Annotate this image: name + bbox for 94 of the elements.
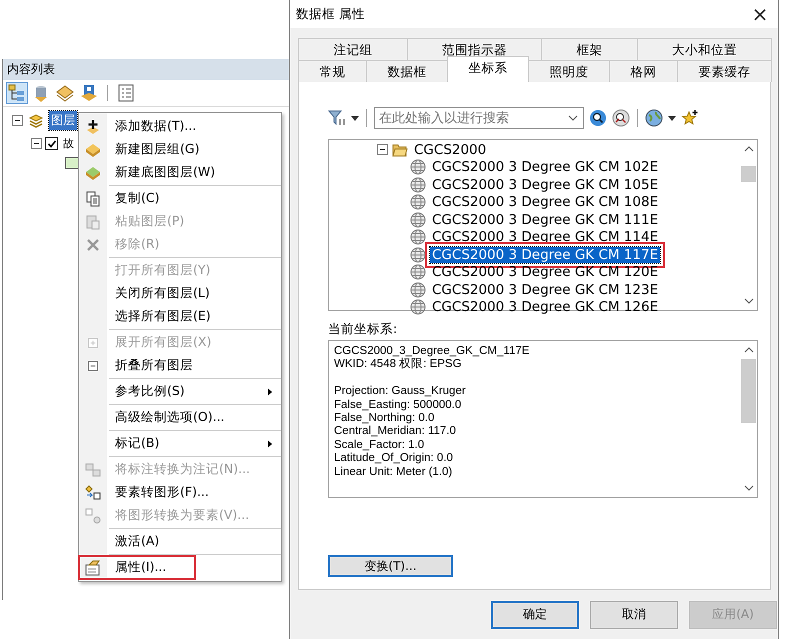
scroll-up-icon[interactable]: [744, 146, 754, 152]
search-field[interactable]: 在此处输入以进行搜索: [374, 107, 584, 129]
globe-icon: [410, 246, 426, 263]
menu-item[interactable]: 选择所有图层(E): [79, 305, 281, 328]
detail-text: Linear Unit: Meter (1.0): [334, 466, 454, 480]
tree-item[interactable]: CGCS2000 3 Degree GK CM 117E: [430, 246, 660, 263]
detail-text: False_Northing: 0.0: [334, 412, 436, 426]
field-label: 当前坐标系:: [328, 321, 398, 338]
tree-item[interactable]: 图层: [49, 111, 77, 130]
globe-icon: [410, 159, 426, 176]
globe-icon: [410, 282, 426, 298]
tree-item[interactable]: 故: [61, 135, 76, 152]
globe-icon: [410, 194, 426, 210]
star-icon[interactable]: [681, 109, 699, 127]
layers-icon: [28, 112, 44, 128]
menu-item[interactable]: 添加数据(T)...: [79, 115, 281, 138]
tree-item[interactable]: CGCS2000 3 Degree GK CM 114E: [430, 229, 660, 246]
folder-icon: [392, 142, 408, 158]
scrollbar-thumb[interactable]: [741, 359, 756, 423]
tab[interactable]: 大小和位置: [636, 38, 772, 60]
scroll-down-icon[interactable]: [744, 485, 754, 491]
selection-layer-icon[interactable]: [79, 83, 99, 103]
dialog-button[interactable]: 取消: [590, 600, 678, 628]
menu-item[interactable]: 复制(C): [79, 187, 281, 210]
detail-text: Projection: Gauss_Kruger: [334, 385, 467, 399]
add-data-icon: [85, 118, 101, 134]
clear-search-icon[interactable]: [612, 109, 630, 127]
detail-text: Central_Meridian: 117.0: [334, 425, 457, 439]
menu-item[interactable]: 参考比例(S): [79, 380, 281, 403]
tab[interactable]: 要素缓存: [677, 60, 772, 82]
menu-item[interactable]: 属性(I)...: [79, 556, 195, 579]
collapse-toggle[interactable]: [31, 138, 42, 149]
window-title: 数据框 属性: [296, 6, 365, 22]
menu-item[interactable]: 高级绘制选项(O)...: [79, 406, 281, 429]
layers-icon[interactable]: [55, 83, 75, 103]
tab[interactable]: 注记组: [298, 38, 408, 60]
menu-item[interactable]: 新建图层组(G): [79, 138, 281, 161]
paste-icon: [85, 214, 101, 230]
basemap-layer-icon: [85, 164, 101, 180]
tree-item[interactable]: CGCS2000 3 Degree GK CM 120E: [430, 264, 660, 280]
remove-icon: [85, 236, 101, 252]
dropdown-arrow-icon[interactable]: [668, 116, 676, 120]
globe-icon[interactable]: [645, 109, 663, 127]
detail-text: WKID: 4548 权限: EPSG: [334, 358, 463, 372]
globe-icon: [410, 212, 426, 228]
tree-item[interactable]: CGCS2000 3 Degree GK CM 102E: [430, 159, 660, 176]
menu-item[interactable]: 新建底图图层(W): [79, 161, 281, 184]
expand-icon: [87, 336, 99, 348]
collapse-toggle[interactable]: [12, 115, 23, 126]
scroll-up-icon[interactable]: [744, 347, 754, 353]
close-button[interactable]: ×: [742, 2, 778, 26]
checkbox[interactable]: [45, 137, 58, 150]
tab[interactable]: 坐标系: [447, 56, 529, 82]
detail-text: False_Easting: 500000.0: [334, 398, 462, 412]
collapse-icon: [87, 360, 99, 372]
graphic-to-feature-icon: [85, 508, 101, 524]
submenu-arrow-icon: [268, 388, 273, 396]
options-icon[interactable]: [116, 83, 136, 103]
transform-button[interactable]: 变换(T)...: [328, 555, 453, 577]
copy-icon: [85, 190, 101, 206]
menu-item[interactable]: 标记(B): [79, 432, 281, 455]
convert-labels-icon: [85, 462, 101, 478]
submenu-arrow-icon: [268, 440, 273, 448]
menu-item[interactable]: 关闭所有图层(L): [79, 282, 281, 305]
globe-icon: [410, 299, 426, 316]
globe-icon: [410, 176, 426, 193]
collapse-toggle[interactable]: [377, 144, 388, 156]
layer-group-icon: [85, 142, 101, 158]
scroll-down-icon[interactable]: [744, 298, 754, 304]
tree-item[interactable]: CGCS2000 3 Degree GK CM 105E: [430, 176, 660, 193]
detail-text: CGCS2000_3_Degree_GK_CM_117E: [334, 345, 530, 358]
dialog-button[interactable]: 确定: [491, 600, 579, 628]
tab[interactable]: 常规: [298, 60, 367, 82]
menu-item[interactable]: 折叠所有图层: [79, 354, 281, 377]
panel-title: 内容列表: [3, 59, 289, 80]
tree-item[interactable]: CGCS2000 3 Degree GK CM 123E: [430, 282, 660, 298]
tree-item[interactable]: CGCS2000 3 Degree GK CM 126E: [430, 299, 660, 316]
chevron-down-icon: [568, 115, 578, 121]
tree-item[interactable]: CGCS2000: [412, 142, 488, 158]
detail-text: Latitude_Of_Origin: 0.0: [334, 452, 454, 466]
menu-item[interactable]: 要素转图形(F)...: [79, 481, 281, 504]
dropdown-arrow-icon[interactable]: [351, 116, 359, 120]
tree-item[interactable]: CGCS2000 3 Degree GK CM 108E: [430, 194, 660, 210]
feature-to-graphic-icon: [85, 484, 101, 500]
globe-icon: [410, 229, 426, 246]
tree-item[interactable]: CGCS2000 3 Degree GK CM 111E: [430, 212, 660, 228]
properties-icon: [85, 560, 101, 576]
scrollbar-thumb[interactable]: [741, 166, 756, 182]
list-by-drawing-order-icon[interactable]: [7, 83, 27, 103]
detail-text: Scale_Factor: 1.0: [334, 438, 426, 452]
globe-icon: [410, 264, 426, 280]
search-icon[interactable]: [589, 109, 607, 127]
menu-item[interactable]: 激活(A): [79, 530, 281, 553]
filter-icon[interactable]: [328, 109, 346, 127]
